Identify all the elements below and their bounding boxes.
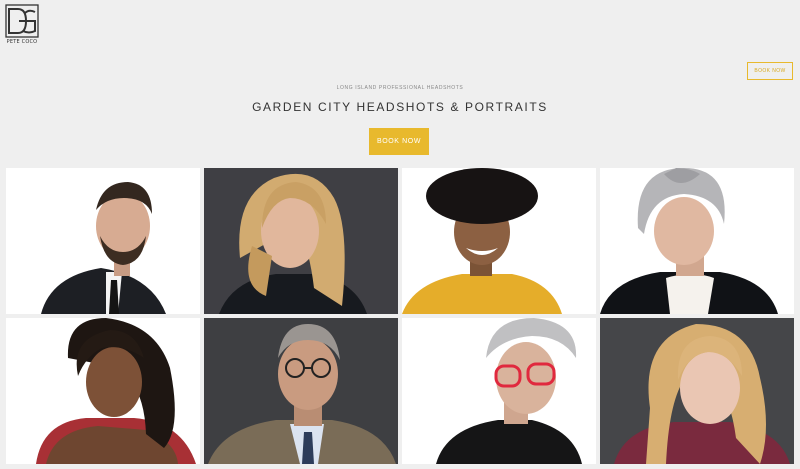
page-kicker: LONG ISLAND PROFESSIONAL HEADSHOTS (336, 85, 464, 91)
headshot-photo-woman-red-glasses[interactable] (402, 318, 596, 464)
headshot-photo-woman-turban[interactable] (600, 168, 794, 314)
headshot-photo-woman-blonde[interactable] (204, 168, 398, 314)
headshot-photo-man-yellow[interactable] (402, 168, 596, 314)
site-logo[interactable]: PETE COCO (5, 4, 39, 46)
book-now-button[interactable]: BOOK NOW (369, 128, 429, 155)
headshot-photo-man-suit[interactable] (6, 168, 200, 314)
header-book-now-button[interactable]: BOOK NOW (747, 62, 793, 80)
headshot-gallery (6, 168, 794, 469)
logo-text: PETE COCO (6, 39, 38, 45)
logo-icon (5, 4, 39, 38)
headshot-photo-woman-braids[interactable] (6, 318, 200, 464)
headshot-photo-woman-curls[interactable] (600, 318, 794, 464)
page-title: GARDEN CITY HEADSHOTS & PORTRAITS (252, 100, 548, 114)
headshot-photo-man-glasses[interactable] (204, 318, 398, 464)
